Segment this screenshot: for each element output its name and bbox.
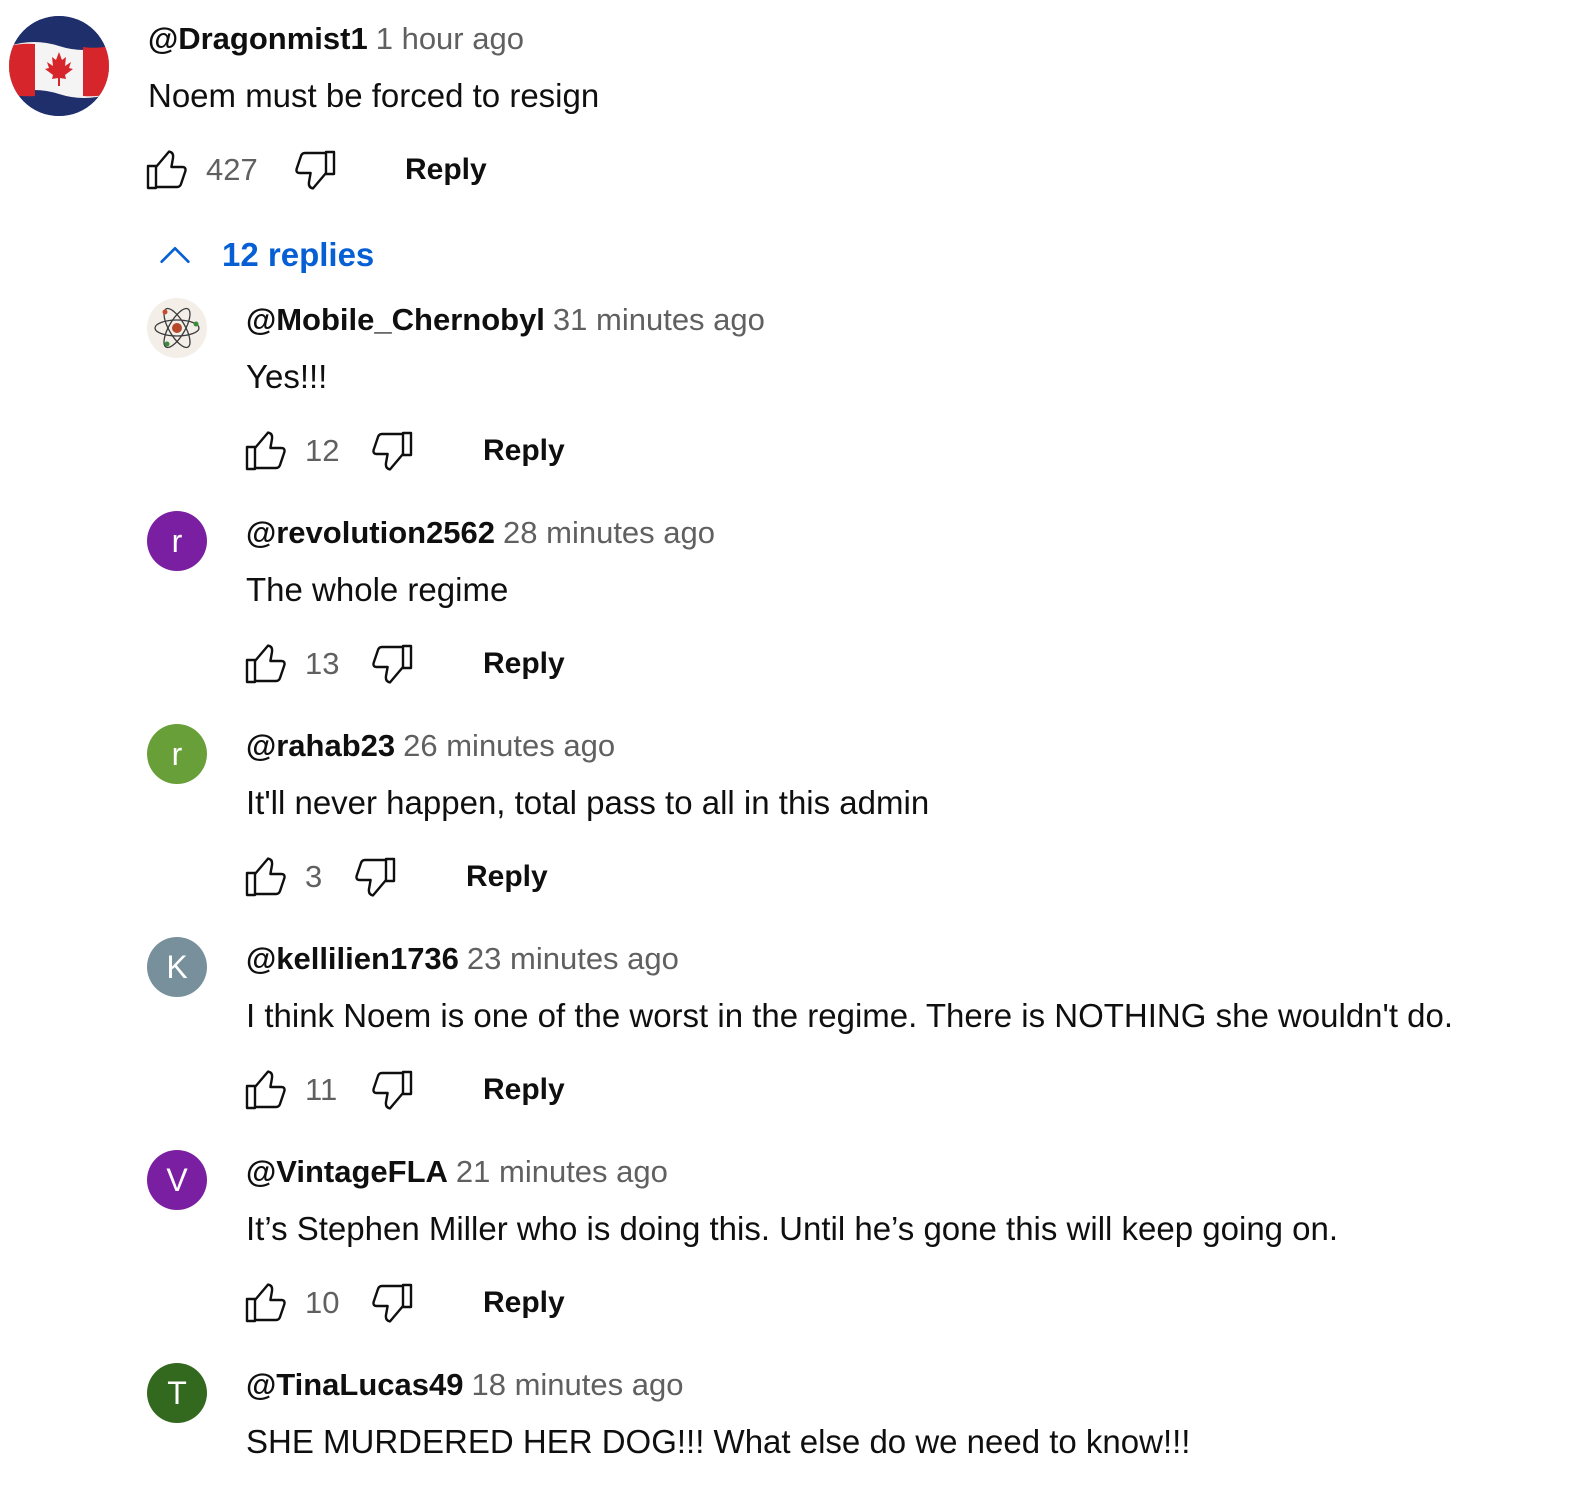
chevron-up-icon	[160, 247, 190, 263]
like-count: 11	[305, 1072, 338, 1107]
thumbs-down-icon	[372, 1070, 413, 1110]
like-button[interactable]	[241, 426, 291, 476]
like-count: 13	[305, 646, 340, 681]
like-button[interactable]	[241, 1065, 291, 1115]
comment-header: @VintageFLA 21 minutes ago	[246, 1151, 668, 1193]
thumbs-up-icon	[245, 1070, 286, 1110]
dislike-button[interactable]	[367, 1065, 417, 1115]
canada-flag-icon	[9, 16, 109, 116]
author-handle[interactable]: @Dragonmist1	[148, 21, 368, 56]
thumbs-up-icon	[245, 857, 286, 897]
reply-button[interactable]: Reply	[483, 639, 565, 689]
like-button[interactable]	[241, 639, 291, 689]
comment-header: @revolution2562 28 minutes ago	[246, 512, 715, 554]
reply-button[interactable]: Reply	[405, 145, 487, 195]
comment-header: @TinaLucas49 18 minutes ago	[246, 1364, 683, 1406]
avatar-letter: V	[166, 1161, 188, 1198]
avatar[interactable]: r	[147, 511, 207, 571]
like-count: 427	[206, 152, 258, 187]
replies-toggle-button[interactable]: 12 replies	[155, 228, 374, 282]
comment-header: @kellilien1736 23 minutes ago	[246, 938, 679, 980]
like-count: 10	[305, 1285, 340, 1320]
like-button[interactable]	[241, 852, 291, 902]
comment-text: I think Noem is one of the worst in the …	[246, 997, 1454, 1034]
author-handle[interactable]: @rahab23	[246, 728, 395, 763]
comment-header: @rahab23 26 minutes ago	[246, 725, 615, 767]
comment-text: It'll never happen, total pass to all in…	[246, 784, 930, 821]
avatar[interactable]: T	[147, 1363, 207, 1423]
thumbs-down-icon	[372, 1283, 413, 1323]
comment-header: @Dragonmist1 1 hour ago	[148, 18, 524, 60]
thumbs-down-icon	[355, 857, 396, 897]
thumbs-up-icon	[245, 431, 286, 471]
avatar-letter: K	[166, 948, 188, 985]
comment-text: It’s Stephen Miller who is doing this. U…	[246, 1210, 1339, 1247]
thumbs-down-icon	[372, 431, 413, 471]
timestamp[interactable]: 21 minutes ago	[456, 1154, 668, 1189]
avatar[interactable]	[9, 16, 109, 116]
comment-thread: @Dragonmist1 1 hour ago Noem must be forc…	[0, 0, 1585, 1500]
comment-text: Yes!!!	[246, 358, 328, 395]
timestamp[interactable]: 18 minutes ago	[471, 1367, 683, 1402]
comment-text: Noem must be forced to resign	[148, 77, 600, 114]
dislike-button[interactable]	[367, 426, 417, 476]
avatar-letter: r	[171, 735, 183, 772]
comment-actions: 12 Reply	[241, 426, 641, 476]
reply-button[interactable]: Reply	[466, 852, 548, 902]
like-button[interactable]	[241, 1278, 291, 1328]
comment-actions: 11 Reply	[241, 1065, 641, 1115]
reply-button[interactable]: Reply	[483, 1065, 565, 1115]
author-handle[interactable]: @kellilien1736	[246, 941, 459, 976]
reply-button[interactable]: Reply	[483, 426, 565, 476]
author-handle[interactable]: @Mobile_Chernobyl	[246, 302, 545, 337]
timestamp[interactable]: 28 minutes ago	[503, 515, 715, 550]
avatar[interactable]: K	[147, 937, 207, 997]
comment-text: The whole regime	[246, 571, 509, 608]
timestamp[interactable]: 1 hour ago	[376, 21, 524, 56]
timestamp[interactable]: 26 minutes ago	[403, 728, 615, 763]
thumbs-up-icon	[245, 644, 286, 684]
author-handle[interactable]: @TinaLucas49	[246, 1367, 463, 1402]
like-count: 3	[305, 859, 323, 894]
comment-actions: 427 Reply	[142, 145, 542, 195]
comment-header: @Mobile_Chernobyl 31 minutes ago	[246, 299, 765, 341]
dislike-button[interactable]	[367, 1278, 417, 1328]
timestamp[interactable]: 23 minutes ago	[467, 941, 679, 976]
reply-button[interactable]: Reply	[483, 1278, 565, 1328]
comment-actions: 3 Reply	[241, 852, 641, 902]
dislike-button[interactable]	[367, 639, 417, 689]
thumbs-down-icon	[295, 150, 336, 190]
timestamp[interactable]: 31 minutes ago	[553, 302, 765, 337]
thumbs-down-icon	[372, 644, 413, 684]
like-count: 12	[305, 433, 340, 468]
like-button[interactable]	[142, 145, 192, 195]
avatar-letter: r	[171, 522, 183, 559]
avatar[interactable]: r	[147, 724, 207, 784]
avatar[interactable]	[147, 298, 207, 358]
comment-actions: 10 Reply	[241, 1278, 641, 1328]
thumbs-up-icon	[245, 1283, 286, 1323]
author-handle[interactable]: @revolution2562	[246, 515, 495, 550]
thumbs-up-icon	[146, 150, 187, 190]
avatar-letter: T	[167, 1374, 187, 1411]
avatar[interactable]: V	[147, 1150, 207, 1210]
author-handle[interactable]: @VintageFLA	[246, 1154, 448, 1189]
replies-count-label: 12 replies	[222, 236, 375, 273]
dislike-button[interactable]	[290, 145, 340, 195]
comment-actions: 13 Reply	[241, 639, 641, 689]
dislike-button[interactable]	[350, 852, 400, 902]
comment-text: SHE MURDERED HER DOG!!! What else do we …	[246, 1423, 1191, 1460]
atom-icon	[154, 307, 200, 349]
